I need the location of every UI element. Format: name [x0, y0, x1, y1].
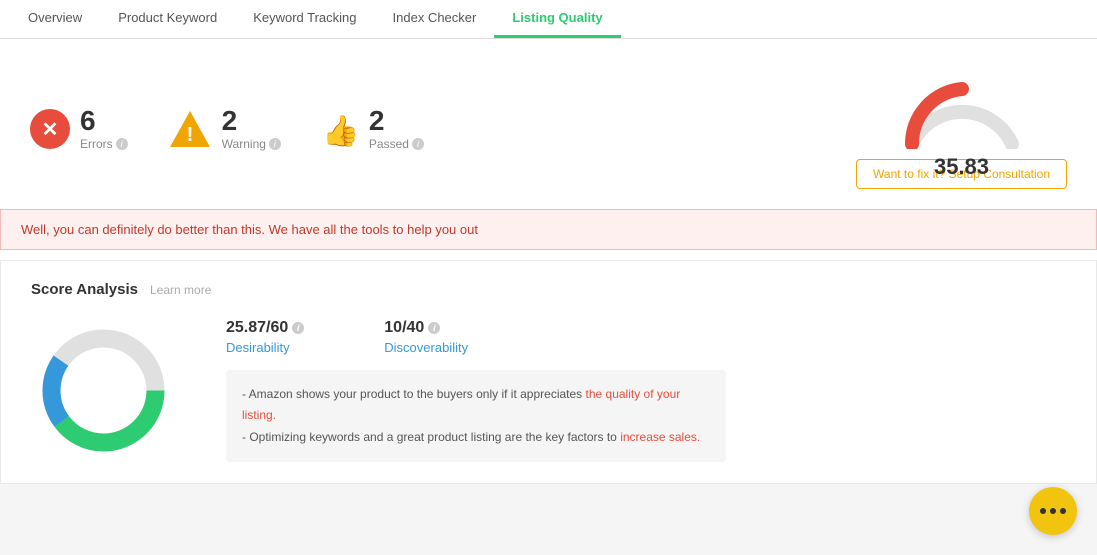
nav-item-product-keyword[interactable]: Product Keyword	[100, 0, 235, 38]
passed-thumbs-icon: 👍	[321, 110, 359, 148]
metrics-area: 25.87/60 i Desirability 10/40 i Discover…	[226, 319, 1066, 463]
stats-row: ✕ 6 Errors i ! 2 Warning i	[30, 59, 1067, 209]
desirability-info-icon[interactable]: i	[292, 322, 304, 334]
desirability-metric: 25.87/60 i Desirability	[226, 319, 304, 355]
highlight-quality: the quality of your listing.	[242, 387, 680, 423]
svg-text:👍: 👍	[322, 113, 358, 147]
score-header: Score Analysis Learn more	[31, 281, 1066, 298]
errors-label: Errors i	[80, 137, 128, 151]
score-section: Score Analysis Learn more 25.87/60 i	[0, 260, 1097, 484]
errors-stat: ✕ 6 Errors i	[30, 107, 128, 151]
nav-item-listing-quality[interactable]: Listing Quality	[494, 0, 620, 38]
thumbs-up-svg: 👍	[322, 111, 358, 147]
warning-triangle-icon: !	[168, 109, 212, 149]
gauge-score: 35.83	[897, 154, 1027, 180]
discoverability-info-icon[interactable]: i	[428, 322, 440, 334]
nav-item-index-checker[interactable]: Index Checker	[375, 0, 495, 38]
chat-dots	[1040, 508, 1066, 514]
gauge-container: 35.83	[897, 69, 1027, 149]
errors-info-icon[interactable]: i	[116, 138, 128, 150]
gauge-area: 35.83 Want to fix it? Setup Consultation	[856, 69, 1067, 189]
metrics-row: 25.87/60 i Desirability 10/40 i Discover…	[226, 319, 1066, 355]
main-content: ✕ 6 Errors i ! 2 Warning i	[0, 39, 1097, 260]
alert-message: Well, you can definitely do better than …	[21, 222, 478, 237]
gauge-svg	[897, 69, 1027, 149]
chat-support-button[interactable]	[1029, 487, 1077, 535]
highlight-sales: increase sales.	[620, 430, 700, 444]
warnings-info: 2 Warning i	[222, 107, 281, 151]
warnings-label: Warning i	[222, 137, 281, 151]
alert-banner: Well, you can definitely do better than …	[0, 209, 1097, 250]
donut-svg	[31, 318, 176, 463]
passed-info-icon[interactable]: i	[412, 138, 424, 150]
passed-label: Passed i	[369, 137, 424, 151]
error-icon: ✕	[30, 109, 70, 149]
warning-icon-wrapper: !	[168, 109, 212, 149]
passed-info: 2 Passed i	[369, 107, 424, 151]
desirability-label: Desirability	[226, 340, 304, 355]
warnings-info-icon[interactable]: i	[269, 138, 281, 150]
svg-text:!: !	[186, 124, 193, 146]
tip-1: - Amazon shows your product to the buyer…	[242, 384, 710, 427]
discoverability-score: 10/40 i	[384, 319, 468, 337]
warnings-count: 2	[222, 107, 281, 135]
nav-item-overview[interactable]: Overview	[10, 0, 100, 38]
errors-count: 6	[80, 107, 128, 135]
passed-count: 2	[369, 107, 424, 135]
learn-more-link[interactable]: Learn more	[150, 283, 211, 297]
passed-stat: 👍 2 Passed i	[321, 107, 424, 151]
tip-2: - Optimizing keywords and a great produc…	[242, 427, 710, 449]
warnings-stat: ! 2 Warning i	[168, 107, 281, 151]
tips-box: - Amazon shows your product to the buyer…	[226, 370, 726, 463]
nav-bar: OverviewProduct KeywordKeyword TrackingI…	[0, 0, 1097, 39]
nav-item-keyword-tracking[interactable]: Keyword Tracking	[235, 0, 374, 38]
errors-info: 6 Errors i	[80, 107, 128, 151]
donut-chart	[31, 318, 176, 463]
desirability-score: 25.87/60 i	[226, 319, 304, 337]
discoverability-metric: 10/40 i Discoverability	[384, 319, 468, 355]
score-analysis-title: Score Analysis	[31, 281, 138, 298]
discoverability-label: Discoverability	[384, 340, 468, 355]
score-body: 25.87/60 i Desirability 10/40 i Discover…	[31, 318, 1066, 463]
